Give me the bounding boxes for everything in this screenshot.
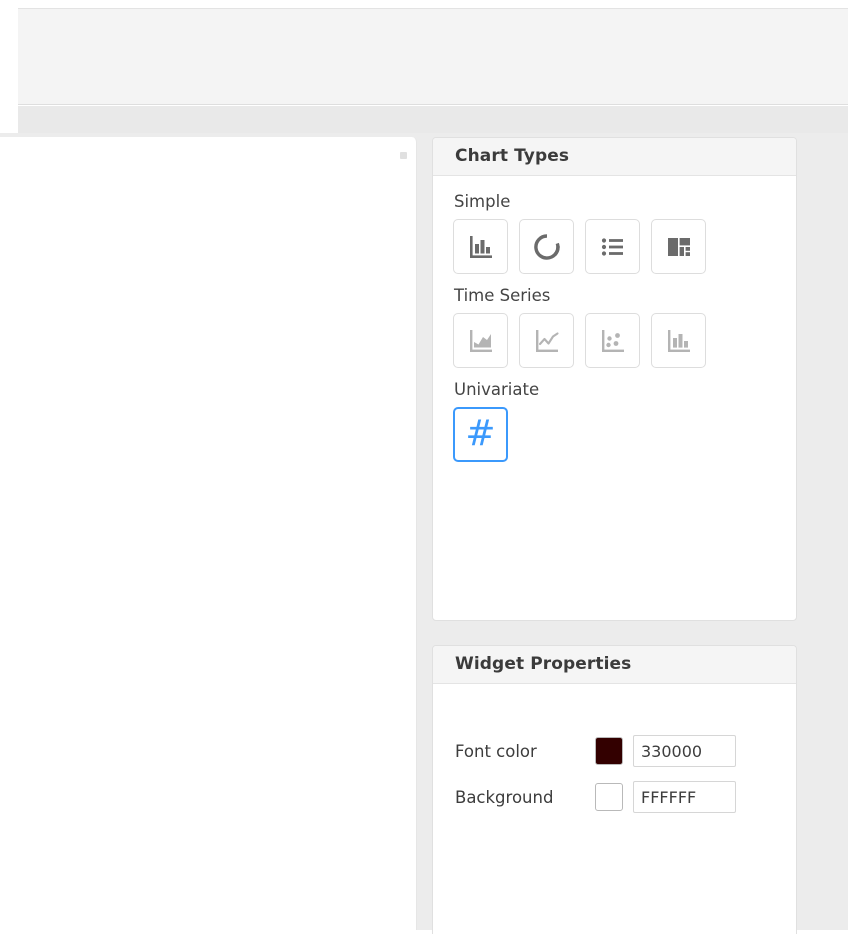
area-chart-icon xyxy=(466,326,496,356)
chart-type-group-simple xyxy=(453,219,776,274)
line-chart-icon xyxy=(532,326,562,356)
background-color-label: Background xyxy=(455,787,554,807)
font-color-hex-input[interactable] xyxy=(633,735,736,767)
font-color-swatch[interactable] xyxy=(595,737,623,765)
chart-type-layout[interactable] xyxy=(651,219,706,274)
dashboard-canvas[interactable] xyxy=(0,137,417,930)
toolbar xyxy=(18,8,848,105)
chart-type-number[interactable]: # xyxy=(453,407,508,462)
widget-properties-panel: Widget Properties Font color Background xyxy=(432,645,797,934)
chart-type-scatter[interactable] xyxy=(585,313,640,368)
chart-type-group-time-series xyxy=(453,313,776,368)
chart-type-list[interactable] xyxy=(585,219,640,274)
donut-chart-icon xyxy=(532,232,562,262)
workspace: Chart Types Simple Time Series Univariat… xyxy=(0,133,848,934)
chart-types-panel-title: Chart Types xyxy=(433,138,796,176)
chart-type-line[interactable] xyxy=(519,313,574,368)
background-color-row: Background xyxy=(455,774,796,820)
chart-type-group-univariate: # xyxy=(453,407,776,462)
font-color-row: Font color xyxy=(455,728,796,774)
layout-grid-icon xyxy=(664,232,694,262)
secondary-toolbar xyxy=(18,106,848,133)
background-color-swatch[interactable] xyxy=(595,783,623,811)
widget-properties-panel-title: Widget Properties xyxy=(433,646,796,684)
chart-type-area[interactable] xyxy=(453,313,508,368)
resize-handle-icon[interactable] xyxy=(400,152,407,159)
chart-type-donut[interactable] xyxy=(519,219,574,274)
widget-properties-panel-body: Font color Background xyxy=(433,684,796,820)
chart-type-timeseries-bar[interactable] xyxy=(651,313,706,368)
list-icon xyxy=(598,232,628,262)
font-color-label: Font color xyxy=(455,741,537,761)
group-label-simple: Simple xyxy=(454,192,511,211)
scatter-plot-icon xyxy=(598,326,628,356)
bar-chart-icon xyxy=(466,232,496,262)
chart-type-bar[interactable] xyxy=(453,219,508,274)
chart-types-panel: Chart Types Simple Time Series Univariat… xyxy=(432,137,797,621)
chart-types-panel-body: Simple Time Series Univariate # xyxy=(433,176,796,462)
background-color-hex-input[interactable] xyxy=(633,781,736,813)
right-sidebar: Chart Types Simple Time Series Univariat… xyxy=(432,137,797,934)
bar-chart-icon xyxy=(664,326,694,356)
group-label-time-series: Time Series xyxy=(454,286,551,305)
hash-icon: # xyxy=(465,412,496,454)
application-root: Chart Types Simple Time Series Univariat… xyxy=(0,0,848,934)
group-label-univariate: Univariate xyxy=(454,380,540,399)
